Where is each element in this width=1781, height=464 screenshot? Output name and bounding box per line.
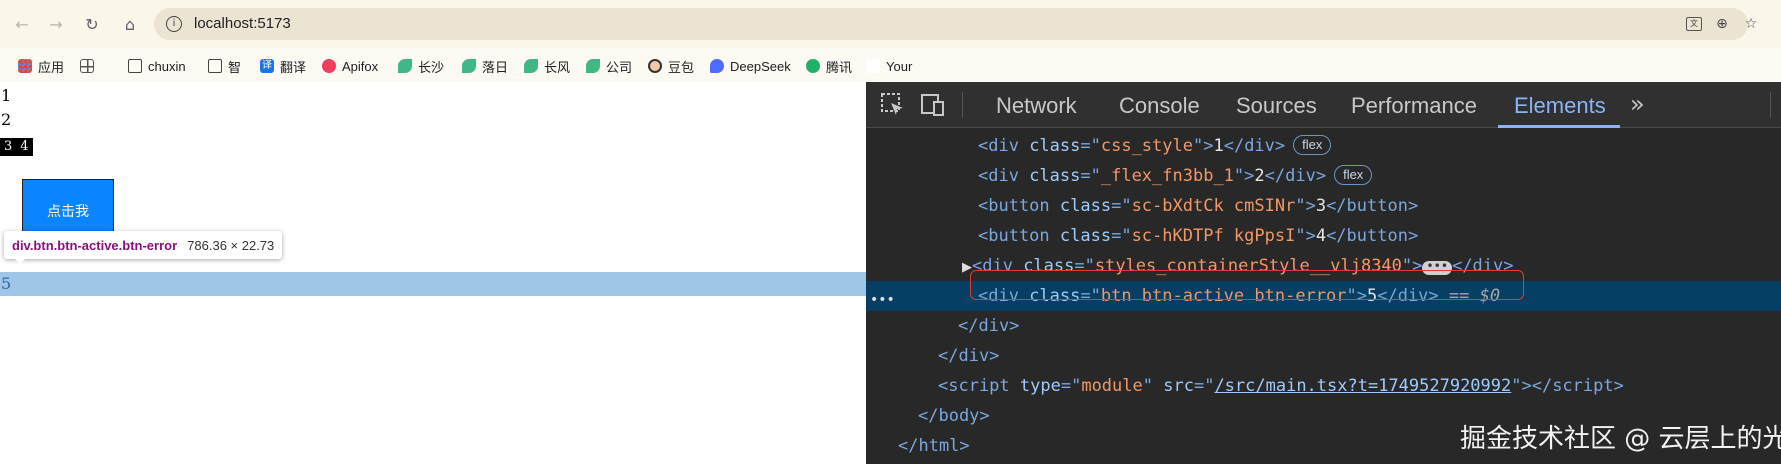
dark-buttons-row: 3 4 (0, 138, 33, 156)
tooltip-arrow (14, 258, 26, 264)
button-3[interactable]: 3 (0, 138, 16, 156)
dom-close-div-inner[interactable]: </div> (866, 311, 1781, 341)
translate-icon: 译 (260, 59, 274, 73)
dom-node-css-style[interactable]: <div class="css_style">1</div> flex (866, 131, 1781, 161)
zoom-icon[interactable]: ⊕ (1711, 14, 1733, 34)
inspected-element-highlight[interactable]: 5 (0, 272, 866, 296)
button-4[interactable]: 4 (16, 138, 32, 156)
leaf-icon (398, 59, 412, 73)
devtools-panel: Network Console Sources Performance Elem… (866, 82, 1781, 464)
bookmark-chuxin[interactable]: chuxin (128, 56, 186, 76)
bookmark-apifox[interactable]: Apifox (322, 56, 378, 76)
active-tab-indicator (1498, 125, 1620, 128)
flex-badge[interactable]: flex (1293, 135, 1332, 155)
dom-node-button-3[interactable]: <button class="sc-bXdtCk cmSINr">3</butt… (866, 191, 1781, 221)
div-css-style: 1 (1, 86, 12, 105)
watermark: 掘金技术社区 @ 云层上的光 (1460, 424, 1781, 454)
forward-icon[interactable]: → (42, 10, 70, 38)
bookmark-changfeng[interactable]: 长风 (524, 56, 570, 76)
home-icon[interactable]: ⌂ (116, 10, 144, 38)
flex-badge[interactable]: flex (1334, 165, 1373, 185)
url-text: localhost:5173 (194, 15, 291, 32)
tab-performance[interactable]: Performance (1351, 93, 1477, 119)
tencent-icon (806, 59, 820, 73)
annotation-highlight-box (970, 270, 1524, 300)
bookmark-luori[interactable]: 落日 (462, 56, 508, 76)
blank-page-icon (866, 59, 880, 73)
bookmarks-bar: 应用 chuxin 智 译 翻译 Apifox 长沙 落日 长风 公司 豆包 D… (0, 48, 1781, 122)
address-bar[interactable]: i localhost:5173 文 ⊕ ☆ (154, 8, 1757, 40)
site-info-icon[interactable]: i (166, 16, 182, 32)
tab-network[interactable]: Network (996, 93, 1077, 119)
bookmark-deepseek[interactable]: DeepSeek (710, 56, 791, 76)
bookmark-zhi[interactable]: 智 (208, 56, 241, 76)
bookmark-translate[interactable]: 译 翻译 (260, 56, 306, 76)
doubao-icon (648, 59, 662, 73)
inspect-tooltip: div.btn.btn-active.btn-error 786.36 × 22… (4, 231, 283, 259)
inspect-element-icon[interactable] (880, 92, 906, 118)
div-flex: 2 (1, 110, 12, 129)
leaf-icon (524, 59, 538, 73)
apps-grid-icon (18, 59, 32, 73)
dom-node-script[interactable]: <script type="module" src="/src/main.tsx… (866, 371, 1781, 401)
bookmark-gongsi[interactable]: 公司 (586, 56, 632, 76)
tab-sources[interactable]: Sources (1236, 93, 1317, 119)
script-src-link[interactable]: /src/main.tsx?t=1749527920992 (1214, 376, 1511, 396)
bookmark-doubao[interactable]: 豆包 (648, 56, 694, 76)
apifox-icon (322, 59, 336, 73)
bookmark-tencent[interactable]: 腾讯 (806, 56, 852, 76)
folder-icon (208, 59, 222, 73)
bookmark-apps[interactable]: 应用 (18, 56, 64, 76)
back-icon[interactable]: ← (8, 10, 36, 38)
leaf-icon (586, 59, 600, 73)
bookmark-star-icon[interactable]: ☆ (1741, 14, 1761, 34)
reload-icon[interactable]: ↻ (78, 10, 106, 38)
deepseek-icon (710, 59, 724, 73)
toolbar-divider (962, 92, 963, 118)
tab-elements[interactable]: Elements (1514, 93, 1606, 119)
tooltip-dimensions: 786.36 × 22.73 (187, 237, 275, 253)
toolbar-divider-right (1770, 92, 1771, 118)
device-toolbar-icon[interactable] (920, 92, 946, 118)
devtools-tabbar: Network Console Sources Performance Elem… (866, 82, 1781, 128)
more-tabs-icon[interactable]: » (1630, 90, 1645, 118)
translate-icon[interactable]: 文 (1683, 14, 1705, 34)
browser-chrome: ← → ↻ ⌂ i localhost:5173 文 ⊕ ☆ 应用 chuxin… (0, 0, 1781, 122)
elements-dom-tree: <div class="css_style">1</div> flex <div … (866, 129, 1781, 464)
dom-close-div-outer[interactable]: </div> (866, 341, 1781, 371)
dom-node-button-4[interactable]: <button class="sc-hKDTPf kgPpsI">4</butt… (866, 221, 1781, 251)
page-viewport: 1 2 3 4 点击我 5 div.btn.btn-active.btn-err… (0, 82, 866, 464)
btn-error-text: 5 (1, 274, 12, 293)
tooltip-selector: div.btn.btn-active.btn-error (12, 237, 178, 253)
tab-groups-icon[interactable] (80, 56, 100, 76)
leaf-icon (462, 59, 476, 73)
dom-node-flex[interactable]: <div class="_flex_fn3bb_1">2</div> flex (866, 161, 1781, 191)
tab-console[interactable]: Console (1119, 93, 1200, 119)
folder-icon (128, 59, 142, 73)
browser-toolbar: ← → ↻ ⌂ i localhost:5173 文 ⊕ ☆ (0, 0, 1781, 48)
bookmark-changsha[interactable]: 长沙 (398, 56, 444, 76)
bookmark-your[interactable]: Your (866, 56, 912, 76)
